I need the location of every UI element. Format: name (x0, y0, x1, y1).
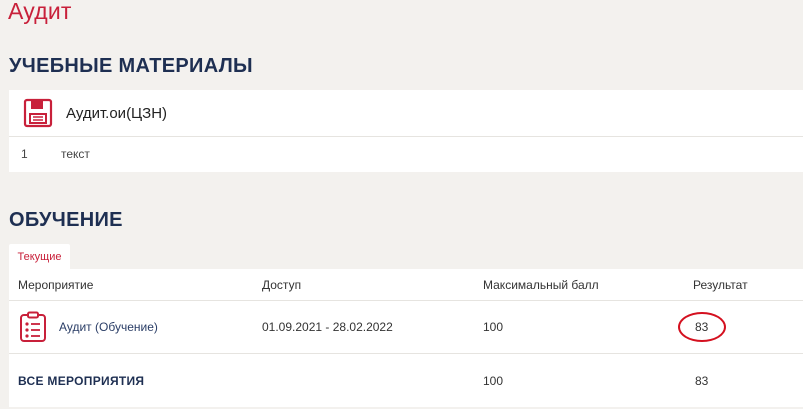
max-score: 100 (483, 320, 504, 334)
material-label[interactable]: текст (61, 147, 90, 161)
material-item[interactable]: Аудит.ои(ЦЗН) (9, 90, 803, 137)
tab-current[interactable]: Текущие (9, 244, 70, 269)
total-result: 83 (695, 374, 709, 388)
training-heading: ОБУЧЕНИЕ (9, 209, 123, 231)
table-total-row: ВСЕ МЕРОПРИЯТИЯ 100 83 (9, 354, 803, 408)
floppy-disk-icon (23, 98, 53, 128)
training-table: Мероприятие Доступ Максимальный балл Рез… (9, 269, 803, 407)
total-max-score: 100 (483, 374, 504, 388)
column-header-event: Мероприятие (18, 277, 94, 292)
table-row: Аудит (Обучение) 01.09.2021 - 28.02.2022… (9, 301, 803, 354)
column-header-result: Результат (693, 277, 748, 292)
clipboard-list-icon (20, 311, 46, 342)
red-circle-annotation (678, 312, 726, 342)
material-name[interactable]: Аудит.ои(ЦЗН) (66, 105, 167, 122)
materials-heading: УЧЕБНЫЕ МАТЕРИАЛЫ (9, 55, 253, 77)
material-subrow: 1 текст (9, 137, 803, 171)
table-header: Мероприятие Доступ Максимальный балл Рез… (9, 269, 803, 301)
access-dates: 01.09.2021 - 28.02.2022 (262, 320, 393, 334)
materials-card: Аудит.ои(ЦЗН) 1 текст (9, 90, 803, 172)
page-title: Аудит (8, 0, 72, 24)
total-label: ВСЕ МЕРОПРИЯТИЯ (18, 374, 145, 388)
event-link[interactable]: Аудит (Обучение) (59, 320, 158, 334)
column-header-max-score: Максимальный балл (483, 277, 599, 292)
material-number: 1 (21, 147, 28, 161)
column-header-access: Доступ (262, 277, 302, 292)
